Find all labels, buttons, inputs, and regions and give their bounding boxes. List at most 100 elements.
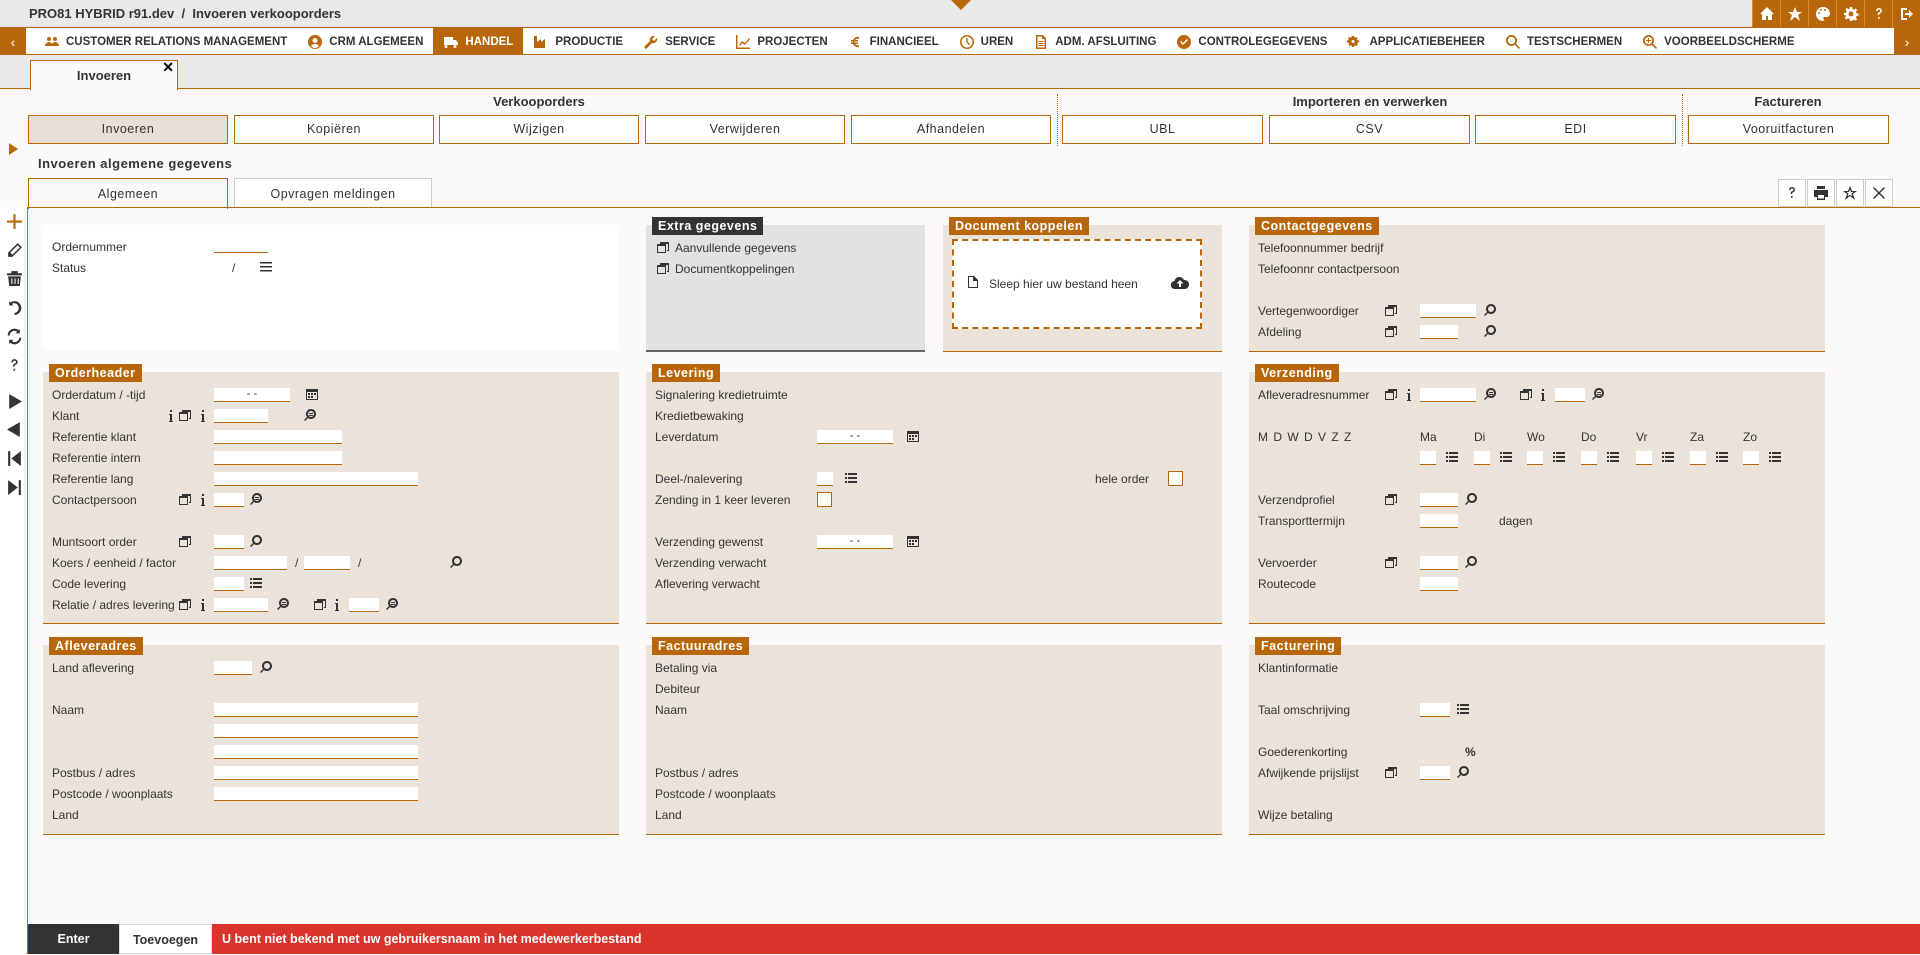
tab-algemeen[interactable]: Algemeen [28, 178, 228, 209]
list-icon[interactable] [259, 260, 273, 274]
calendar-icon[interactable] [906, 429, 920, 443]
vertegenwoordiger-input[interactable] [1420, 304, 1476, 318]
prijslijst-input[interactable] [1420, 766, 1450, 780]
koers-input[interactable] [214, 556, 287, 570]
leverdatum-input[interactable]: - - [817, 430, 893, 444]
naam-input-2[interactable] [214, 724, 418, 738]
nav-productie[interactable]: Productie [523, 28, 633, 55]
window-icon[interactable] [178, 598, 192, 612]
klant-input[interactable] [214, 409, 268, 423]
info-icon[interactable] [196, 409, 210, 423]
home-icon[interactable] [1752, 0, 1780, 27]
adres-levering-input[interactable] [349, 598, 379, 612]
aanvullende-gegevens-link[interactable]: Aanvullende gegevens [675, 241, 796, 255]
deel-nalevering-input[interactable] [817, 472, 833, 486]
list-icon[interactable] [1661, 450, 1675, 464]
close-icon[interactable] [1865, 179, 1893, 207]
relatie-input[interactable] [214, 598, 268, 612]
day-do-input[interactable] [1581, 451, 1597, 465]
info-icon[interactable] [1536, 388, 1550, 402]
nav-uren[interactable]: Uren [949, 28, 1024, 55]
search-icon[interactable] [249, 534, 263, 548]
palette-icon[interactable] [1808, 0, 1836, 27]
list-icon[interactable] [1552, 450, 1566, 464]
action-kopieren-button[interactable]: Kopiëren [234, 115, 434, 144]
action-afhandelen-button[interactable]: Afhandelen [851, 115, 1051, 144]
print-icon[interactable] [1807, 179, 1835, 207]
help-icon[interactable] [1778, 179, 1806, 207]
window-icon[interactable] [313, 598, 327, 612]
help-icon[interactable] [4, 355, 24, 375]
search-list-icon[interactable] [249, 492, 263, 506]
search-list-icon[interactable] [1483, 387, 1497, 401]
file-drop-zone[interactable]: Sleep hier uw bestand heen [952, 239, 1202, 329]
info-icon[interactable] [196, 493, 210, 507]
search-icon[interactable] [1483, 324, 1497, 338]
calendar-icon[interactable] [906, 534, 920, 548]
search-list-icon[interactable] [276, 597, 290, 611]
list-icon[interactable] [1499, 450, 1513, 464]
naam-input-1[interactable] [214, 703, 418, 717]
back-icon[interactable] [4, 419, 24, 439]
window-icon[interactable] [1384, 493, 1398, 507]
list-icon[interactable] [1445, 450, 1459, 464]
eenheid-input[interactable] [304, 556, 350, 570]
nav-applicatiebeheer[interactable]: Applicatiebeheer [1337, 28, 1494, 55]
window-icon[interactable] [1384, 325, 1398, 339]
last-icon[interactable] [4, 477, 24, 497]
afleveradresnummer-input[interactable] [1420, 388, 1476, 402]
list-icon[interactable] [1606, 450, 1620, 464]
action-verwijderen-button[interactable]: Verwijderen [645, 115, 845, 144]
toevoegen-button[interactable]: Toevoegen [119, 924, 212, 954]
star-icon[interactable] [1780, 0, 1808, 27]
first-icon[interactable] [4, 448, 24, 468]
pencil-icon[interactable] [4, 240, 24, 260]
help-icon[interactable] [1864, 0, 1892, 27]
window-icon[interactable] [1384, 304, 1398, 318]
taal-input[interactable] [1420, 703, 1450, 717]
search-icon[interactable] [1464, 555, 1478, 569]
plus-icon[interactable] [4, 211, 24, 231]
nav-controlegegevens[interactable]: Controlegegevens [1166, 28, 1337, 55]
nav-scroll-right-icon[interactable]: › [1894, 28, 1920, 55]
postcode-input[interactable] [214, 787, 418, 801]
referentie-intern-input[interactable] [214, 451, 342, 465]
zending-checkbox[interactable] [817, 492, 832, 507]
info-icon[interactable] [164, 409, 178, 423]
window-icon[interactable] [178, 535, 192, 549]
referentie-lang-input[interactable] [214, 472, 418, 486]
list-icon[interactable] [844, 471, 858, 485]
page-tab-invoeren[interactable]: Invoeren ✕ [30, 59, 178, 90]
action-csv-button[interactable]: CSV [1269, 115, 1470, 144]
window-icon[interactable] [178, 409, 192, 423]
day-za-input[interactable] [1690, 451, 1706, 465]
tab-opvragen-meldingen[interactable]: Opvragen meldingen [234, 178, 432, 208]
nav-customer-relations-management[interactable]: Customer Relations Management [34, 28, 297, 55]
ordernummer-input[interactable] [214, 239, 268, 253]
gear-icon[interactable] [1836, 0, 1864, 27]
day-zo-input[interactable] [1743, 451, 1759, 465]
documentkoppelingen-link[interactable]: Documentkoppelingen [675, 262, 794, 276]
nav-handel[interactable]: Handel [433, 28, 524, 55]
nav-projecten[interactable]: Projecten [725, 28, 837, 55]
routecode-input[interactable] [1420, 577, 1458, 591]
search-icon[interactable] [259, 660, 273, 674]
muntsoort-input[interactable] [214, 535, 244, 549]
contactpersoon-input[interactable] [214, 493, 244, 507]
list-icon[interactable] [1768, 450, 1782, 464]
search-icon[interactable] [449, 555, 463, 569]
referentie-klant-input[interactable] [214, 430, 342, 444]
action-invoeren-button[interactable]: Invoeren [28, 115, 228, 144]
search-list-icon[interactable] [1591, 387, 1605, 401]
verzending-gewenst-input[interactable]: - - [817, 535, 893, 549]
nav-voorbeeldschermen[interactable]: Voorbeeldscherme [1632, 28, 1804, 55]
info-icon[interactable] [330, 598, 344, 612]
window-icon[interactable] [1519, 388, 1533, 402]
window-icon[interactable] [1384, 766, 1398, 780]
nav-crm-algemeen[interactable]: CRM Algemeen [297, 28, 433, 55]
search-list-icon[interactable] [303, 408, 317, 422]
enter-button[interactable]: Enter [28, 924, 119, 954]
code-levering-input[interactable] [214, 577, 244, 591]
menu-toggle-notch[interactable] [951, 0, 971, 10]
window-icon[interactable] [1384, 556, 1398, 570]
